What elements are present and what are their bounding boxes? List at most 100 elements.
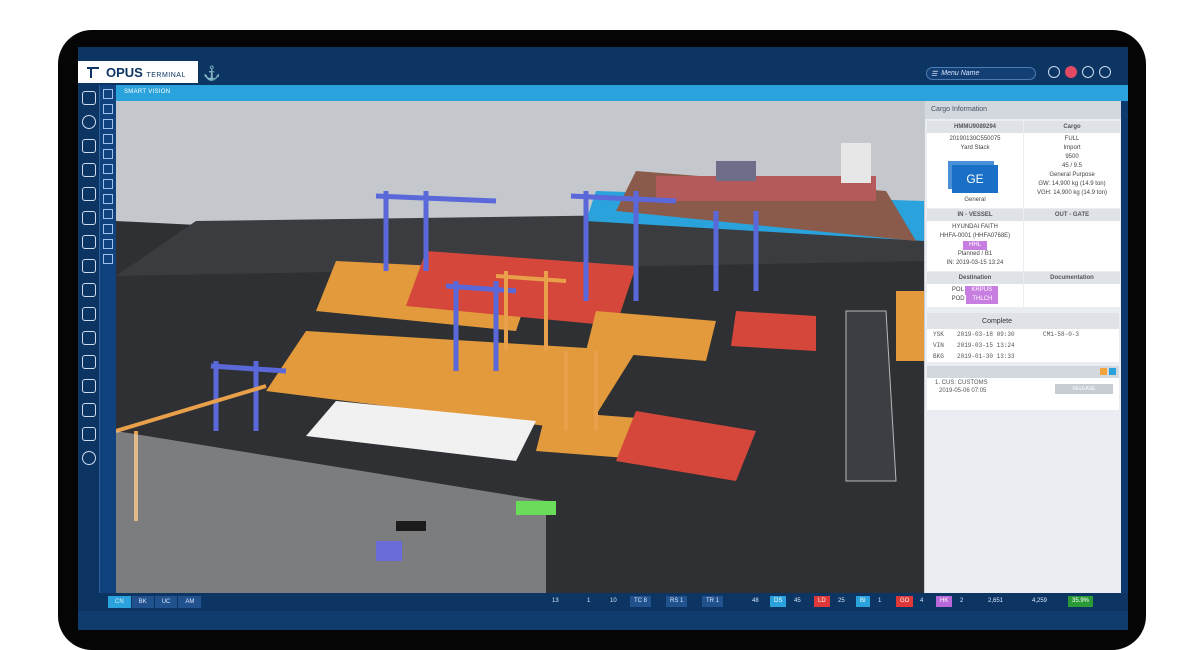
customs-card: 1. CUS: CUSTOMS 2019-05-06 07:05 RELEASE bbox=[927, 366, 1119, 410]
table-row: VIN 2019-03-15 13:24 bbox=[933, 342, 1015, 349]
megaphone-icon[interactable] bbox=[81, 379, 96, 393]
edit-icon[interactable] bbox=[1100, 368, 1107, 375]
tool-edit-icon[interactable] bbox=[103, 224, 113, 234]
table-row: YSK 2019-03-18 09:30 CM1-58-0-3 bbox=[933, 331, 1080, 338]
stat-bi-label: BI bbox=[856, 596, 870, 607]
cargo-line: Import bbox=[1063, 145, 1081, 151]
anchor-icon[interactable]: ⚓ bbox=[203, 65, 220, 82]
stat-ds-label: DS bbox=[770, 596, 787, 607]
stat-occupancy: 35.9% bbox=[1068, 596, 1094, 607]
cargo-line: 9500 bbox=[1065, 154, 1079, 160]
release-button[interactable]: RELEASE bbox=[1055, 384, 1113, 394]
tool-cube-icon[interactable] bbox=[103, 149, 113, 159]
tool-stack-icon[interactable] bbox=[103, 134, 113, 144]
dashboard-icon[interactable] bbox=[81, 115, 96, 129]
tab-am[interactable]: AM bbox=[178, 596, 202, 608]
app-logo[interactable]: OPUS TERMINAL bbox=[78, 61, 198, 83]
pod-value: THLCH bbox=[966, 295, 999, 304]
tool-info-icon[interactable] bbox=[103, 239, 113, 249]
pol-value: KRPUS bbox=[965, 286, 999, 295]
link-icon[interactable] bbox=[81, 427, 96, 441]
container-id: HMMU9089294 bbox=[927, 121, 1023, 133]
destination-card: Destination POL KRPUS POD THLCH bbox=[927, 272, 1023, 307]
help-icon[interactable] bbox=[1048, 66, 1060, 78]
tool-sidebar bbox=[100, 85, 116, 593]
doc-header: Documentation bbox=[1024, 272, 1120, 284]
settings-icon[interactable] bbox=[1082, 66, 1094, 78]
notification-icon[interactable] bbox=[1065, 66, 1077, 78]
in-line: HHFA-0001 (HHFA0768E) bbox=[939, 233, 1011, 239]
home-icon[interactable] bbox=[81, 259, 96, 273]
stat-rmg: 10 bbox=[610, 598, 617, 604]
stat-qc: 13 bbox=[552, 598, 559, 604]
terminal-3d-view[interactable] bbox=[116, 101, 924, 593]
tool-layers-icon[interactable] bbox=[103, 104, 113, 114]
stat-hk: 2 bbox=[960, 598, 964, 604]
tab-cn[interactable]: CN bbox=[108, 596, 131, 608]
in-line: HYUNDAI FAITH bbox=[952, 224, 998, 230]
tab-uc[interactable]: UC bbox=[154, 596, 178, 608]
app-brand: OPUS TERMINAL bbox=[106, 64, 186, 80]
document-icon[interactable] bbox=[81, 355, 96, 369]
tool-truck-icon[interactable] bbox=[103, 164, 113, 174]
app-screen: OPUS TERMINAL ⚓ ☰ Menu Name SMART VISION… bbox=[78, 47, 1128, 630]
pod-label: POD bbox=[951, 296, 965, 302]
bottom-bar: CN BK UC AM 13 1 10 TC 8 RS 1 TR 1 48 DS… bbox=[78, 593, 1128, 611]
tab-bk[interactable]: BK bbox=[131, 596, 154, 608]
stat-ld-label: LD bbox=[814, 596, 830, 607]
monitor-icon[interactable] bbox=[81, 139, 96, 153]
stat-go-label: GO bbox=[896, 596, 914, 607]
tool-monitor-icon[interactable] bbox=[103, 119, 113, 129]
stat-go: 4 bbox=[920, 598, 924, 604]
stat-rs: RS 1 bbox=[666, 596, 688, 607]
stat-van: 2,651 bbox=[988, 598, 1004, 604]
container-type-code: GE bbox=[952, 165, 998, 193]
tool-gantry-icon[interactable] bbox=[103, 194, 113, 204]
documentation-card: Documentation bbox=[1024, 272, 1120, 307]
tool-search-icon[interactable] bbox=[103, 89, 113, 99]
truck-icon[interactable] bbox=[81, 163, 96, 177]
tool-rail-icon[interactable] bbox=[103, 209, 113, 219]
stat-ld: 25 bbox=[838, 598, 845, 604]
stat-teu: 4,259 bbox=[1032, 598, 1048, 604]
apps-grid-icon[interactable] bbox=[81, 91, 96, 105]
customs-toolbar bbox=[927, 366, 1119, 378]
desk-icon[interactable] bbox=[81, 211, 96, 225]
cargo-line: General Purpose bbox=[1049, 172, 1095, 178]
in-line: IN: 2019-03-15 13:24 bbox=[946, 260, 1004, 266]
selected-container[interactable] bbox=[516, 501, 556, 515]
crane-icon[interactable] bbox=[81, 307, 96, 321]
main-sidebar bbox=[78, 85, 100, 593]
stat-tc: TC 8 bbox=[630, 596, 652, 607]
building-icon[interactable] bbox=[81, 187, 96, 201]
blocks-icon[interactable] bbox=[81, 235, 96, 249]
in-header: IN - VESSEL bbox=[927, 209, 1023, 221]
crane-logo-icon bbox=[87, 67, 99, 78]
user-icon[interactable] bbox=[1099, 66, 1111, 78]
list-icon[interactable] bbox=[81, 283, 96, 297]
top-bar: OPUS TERMINAL ⚓ ☰ Menu Name bbox=[78, 47, 1128, 85]
top-icons bbox=[1048, 66, 1111, 78]
tool-export-icon[interactable] bbox=[103, 254, 113, 264]
stat-tr: TR 1 bbox=[702, 596, 724, 607]
stat-trucks: 48 bbox=[752, 598, 759, 604]
cargo-card: Cargo FULL Import 9500 45 / 9.5 General … bbox=[1024, 121, 1120, 208]
in-badge: HHL bbox=[962, 241, 987, 250]
gear-icon[interactable] bbox=[81, 451, 96, 465]
complete-header: Complete bbox=[982, 317, 1012, 325]
table-row: BKG 2019-01-30 13:33 bbox=[933, 353, 1015, 360]
tool-crane-icon[interactable] bbox=[103, 179, 113, 189]
stat-bi: 1 bbox=[878, 598, 882, 604]
out-gate-card: OUT - GATE bbox=[1024, 209, 1120, 271]
container-type-label: General bbox=[964, 197, 986, 203]
complete-table: Complete YSK 2019-03-18 09:30 CM1-58-0-3 V… bbox=[927, 313, 1119, 362]
menu-search[interactable]: ☰ Menu Name bbox=[926, 67, 1036, 80]
dest-header: Destination bbox=[927, 272, 1023, 284]
report-icon[interactable] bbox=[81, 403, 96, 417]
cargo-info-panel: Cargo Information HMMU9089294 20190130C5… bbox=[924, 101, 1121, 593]
cargo-line: 45 / 9.5 bbox=[1061, 163, 1082, 169]
add-icon[interactable] bbox=[1109, 368, 1116, 375]
stat-rtg: 1 bbox=[587, 598, 591, 604]
people-icon[interactable] bbox=[81, 331, 96, 345]
cargo-line: VGH: 14,900 kg (14.9 ton) bbox=[1036, 190, 1108, 196]
